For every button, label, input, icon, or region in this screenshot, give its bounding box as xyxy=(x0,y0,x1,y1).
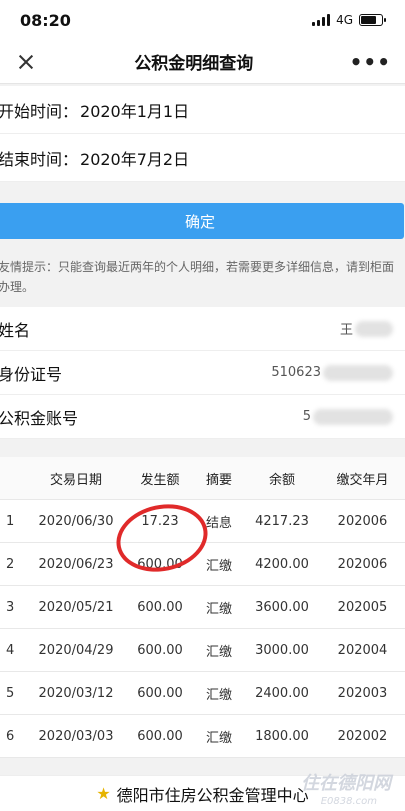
cell-amount: 600.00 xyxy=(137,685,183,701)
table-row: 2 2020/06/23 600.00 汇缴 4200.00 202006 xyxy=(0,543,405,586)
watermark: 住在德阳网 xyxy=(301,773,391,794)
transaction-table: 交易日期 发生额 摘要 余额 缴交年月 1 2020/06/30 17.23 结息 42… xyxy=(0,457,405,758)
cell-date: 2020/04/29 xyxy=(38,642,114,658)
more-icon[interactable]: ••• xyxy=(350,50,391,74)
cell-period: 202004 xyxy=(337,642,388,658)
header-balance: 余额 xyxy=(268,472,295,488)
cell-balance: 2400.00 xyxy=(255,685,309,701)
watermark-sub: E0838.com xyxy=(320,796,377,807)
cell-period: 202002 xyxy=(337,728,388,744)
cell-period: 202005 xyxy=(337,599,388,615)
cell-amount: 600.00 xyxy=(137,599,183,615)
emblem-icon: ★ xyxy=(96,784,111,803)
account-info: 姓名 王 身份证号 510623 公积金账号 5 xyxy=(0,307,405,439)
table-row: 6 2020/03/03 600.00 汇缴 1800.00 202002 xyxy=(0,715,405,758)
redaction-blur xyxy=(313,408,393,425)
cell-summary: 汇缴 xyxy=(205,601,232,617)
end-date-value[interactable]: 2020年7月2日 xyxy=(80,146,189,170)
signal-icon xyxy=(312,14,331,26)
cell-amount: 600.00 xyxy=(137,642,183,658)
cell-balance: 3000.00 xyxy=(255,642,309,658)
table-header: 交易日期 发生额 摘要 余额 缴交年月 xyxy=(0,457,405,500)
network-label: 4G xyxy=(336,13,353,27)
nav-bar: 公积金明细查询 ••• xyxy=(0,40,405,84)
close-icon[interactable] xyxy=(14,50,38,74)
header-date: 交易日期 xyxy=(49,472,102,488)
id-label: 身份证号 xyxy=(0,364,63,384)
footer-text: 德阳市住房公积金管理中心 xyxy=(116,785,309,805)
status-indicators: 4G xyxy=(312,13,386,27)
battery-icon xyxy=(359,14,386,26)
cell-date: 2020/05/21 xyxy=(38,599,114,615)
header-summary: 摘要 xyxy=(205,472,232,488)
id-value-wrap: 510623 xyxy=(271,364,393,381)
start-date-row[interactable]: 开始时间： 2020年1月1日 xyxy=(0,86,405,134)
cell-index: 2 xyxy=(6,556,15,572)
name-value-wrap: 王 xyxy=(340,319,393,338)
cell-index: 4 xyxy=(6,642,15,658)
name-row: 姓名 王 xyxy=(0,307,405,351)
redaction-blur xyxy=(355,320,393,337)
table-row: 3 2020/05/21 600.00 汇缴 3600.00 202005 xyxy=(0,586,405,629)
cell-index: 3 xyxy=(6,599,15,615)
cell-period: 202006 xyxy=(337,556,388,572)
account-label: 公积金账号 xyxy=(0,408,79,428)
table-row: 5 2020/03/12 600.00 汇缴 2400.00 202003 xyxy=(0,672,405,715)
account-value: 5 xyxy=(302,409,311,424)
table-row: 4 2020/04/29 600.00 汇缴 3000.00 202004 xyxy=(0,629,405,672)
cell-summary: 汇缴 xyxy=(205,644,232,660)
confirm-wrap: 确定 xyxy=(0,182,405,239)
cell-balance: 4200.00 xyxy=(255,556,309,572)
cell-amount: 600.00 xyxy=(137,728,183,744)
cell-period: 202003 xyxy=(337,685,388,701)
redaction-blur xyxy=(323,364,393,381)
page-title: 公积金明细查询 xyxy=(134,54,254,74)
header-period: 缴交年月 xyxy=(336,472,389,488)
status-bar: 08:20 4G xyxy=(0,0,405,40)
header-amount: 发生额 xyxy=(140,472,180,488)
name-value: 王 xyxy=(339,323,353,338)
id-row: 身份证号 510623 xyxy=(0,351,405,395)
cell-index: 1 xyxy=(6,513,15,529)
status-time: 08:20 xyxy=(20,10,71,30)
account-value-wrap: 5 xyxy=(302,408,393,425)
cell-date: 2020/06/30 xyxy=(38,513,114,529)
name-label: 姓名 xyxy=(0,320,31,340)
start-date-label: 开始时间： xyxy=(0,101,79,121)
cell-balance: 4217.23 xyxy=(255,513,309,529)
cell-summary: 汇缴 xyxy=(205,730,232,746)
cell-summary: 汇缴 xyxy=(205,558,232,574)
cell-date: 2020/03/03 xyxy=(38,728,114,744)
date-range-form: 开始时间： 2020年1月1日 结束时间： 2020年7月2日 xyxy=(0,86,405,182)
end-date-label: 结束时间： xyxy=(0,149,79,169)
tip-text: 友情提示：只能查询最近两年的个人明细，若需要更多详细信息，请到柜面办理。 xyxy=(0,260,395,294)
start-date-value[interactable]: 2020年1月1日 xyxy=(80,98,189,122)
cell-date: 2020/06/23 xyxy=(38,556,114,572)
confirm-button[interactable]: 确定 xyxy=(0,203,404,239)
account-row: 公积金账号 5 xyxy=(0,395,405,439)
end-date-row[interactable]: 结束时间： 2020年7月2日 xyxy=(0,134,405,182)
battery-level xyxy=(361,16,376,24)
id-value: 510623 xyxy=(271,365,321,380)
cell-index: 6 xyxy=(6,728,15,744)
cell-summary: 汇缴 xyxy=(205,687,232,703)
cell-balance: 1800.00 xyxy=(255,728,309,744)
cell-index: 5 xyxy=(6,685,15,701)
cell-balance: 3600.00 xyxy=(255,599,309,615)
cell-period: 202006 xyxy=(337,513,388,529)
cell-date: 2020/03/12 xyxy=(38,685,114,701)
